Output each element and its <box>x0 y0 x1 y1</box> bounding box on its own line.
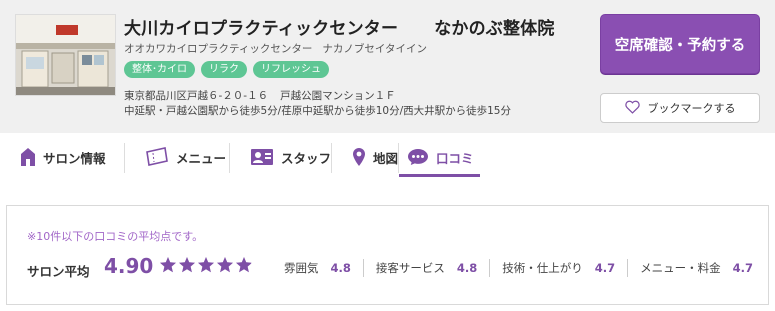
salon-name-sub: なかのぶ整体院 <box>434 19 555 39</box>
score-label: 雰囲気 <box>284 261 319 275</box>
tab-map[interactable]: 地図 <box>332 137 399 177</box>
score-value: 4.8 <box>456 261 478 275</box>
average-score: 4.90 <box>104 254 154 278</box>
salon-kana: オオカワカイロプラクティックセンター ナカノブセイタイイン <box>124 41 427 56</box>
tab-label: メニュー <box>176 150 227 166</box>
salon-tabs: サロン情報 メニュー スタッフ 地図 口コミ <box>0 137 775 177</box>
review-summary: ※10件以下の口コミの平均点です。 サロン平均 4.90 雰囲気 4.8 接客サ… <box>6 205 769 305</box>
tab-menu[interactable]: メニュー <box>125 137 230 177</box>
score-menu-price: メニュー・料金 4.7 <box>627 259 765 277</box>
score-label: 技術・仕上がり <box>502 261 583 275</box>
average-label: サロン平均 <box>27 264 90 279</box>
star-icon <box>216 256 234 274</box>
map-pin-icon <box>352 147 366 167</box>
salon-kana-sub: ナカノブセイタイイン <box>322 43 427 55</box>
home-icon <box>20 147 36 167</box>
heart-icon <box>624 100 640 117</box>
category-scores: 雰囲気 4.8 接客サービス 4.8 技術・仕上がり 4.7 メニュー・料金 4… <box>284 259 765 277</box>
score-technique: 技術・仕上がり 4.7 <box>489 259 627 277</box>
salon-header: 大川カイロプラクティックセンター なかのぶ整体院 オオカワカイロプラクティックセン… <box>0 0 775 133</box>
speech-bubble-icon <box>407 148 429 166</box>
score-label: 接客サービス <box>375 261 445 275</box>
genre-tag: 整体･カイロ <box>124 61 195 78</box>
score-value: 4.7 <box>594 261 616 275</box>
star-icon <box>235 256 253 274</box>
tab-label: 地図 <box>373 150 399 166</box>
genre-tag: リラク <box>201 61 247 78</box>
score-value: 4.8 <box>330 261 351 275</box>
tab-label: スタッフ <box>281 150 332 166</box>
star-icon <box>197 256 215 274</box>
salon-access: 中延駅・戸越公園駅から徒歩5分/荏原中延駅から徒歩10分/西大井駅から徒歩15分 <box>124 105 511 117</box>
staff-card-icon <box>250 148 274 166</box>
salon-name-main: 大川カイロプラクティックセンター <box>124 19 399 39</box>
tab-label: サロン情報 <box>43 150 106 166</box>
salon-kana-main: オオカワカイロプラクティックセンター <box>124 43 313 55</box>
score-atmosphere: 雰囲気 4.8 <box>284 259 363 277</box>
ticket-icon <box>145 147 169 167</box>
tab-reviews[interactable]: 口コミ <box>399 137 480 177</box>
genre-tag: リフレッシュ <box>253 61 329 78</box>
tab-salon-info[interactable]: サロン情報 <box>0 137 125 177</box>
star-rating <box>159 256 253 274</box>
tab-staff[interactable]: スタッフ <box>230 137 332 177</box>
genre-tags: 整体･カイロ リラク リフレッシュ <box>124 61 329 78</box>
salon-address: 東京都品川区戸越６-２０-１６ 戸越公園マンション１Ｆ <box>124 88 396 103</box>
score-value: 4.7 <box>732 261 753 275</box>
score-service: 接客サービス 4.8 <box>362 259 489 277</box>
star-icon <box>159 256 177 274</box>
score-label: メニュー・料金 <box>640 261 721 275</box>
address-building: 戸越公園マンション１Ｆ <box>280 90 396 102</box>
salon-name: 大川カイロプラクティックセンター なかのぶ整体院 <box>124 14 555 39</box>
salon-photo[interactable] <box>15 14 116 96</box>
star-icon <box>178 256 196 274</box>
bookmark-button[interactable]: ブックマークする <box>600 93 760 123</box>
address-main: 東京都品川区戸越６-２０-１６ <box>124 90 269 102</box>
reserve-button[interactable]: 空席確認・予約する <box>600 14 760 74</box>
review-note: ※10件以下の口コミの平均点です。 <box>27 230 204 243</box>
bookmark-label: ブックマークする <box>647 102 736 115</box>
tab-label: 口コミ <box>436 150 474 166</box>
